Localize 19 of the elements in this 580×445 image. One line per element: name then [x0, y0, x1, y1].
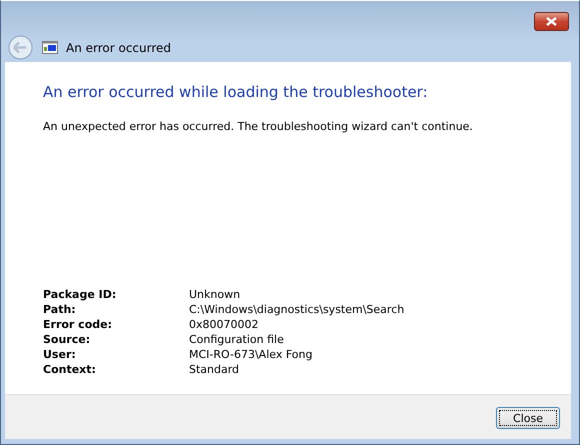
detail-value: Configuration file — [189, 332, 285, 347]
detail-value: MCI-RO-673\Alex Fong — [189, 347, 314, 362]
detail-label: User: — [43, 347, 77, 362]
detail-value: Unknown — [189, 287, 242, 302]
error-heading: An error occurred while loading the troubleshooter: — [43, 83, 429, 101]
window-icon — [42, 41, 58, 54]
error-message: An unexpected error has occurred. The troubleshooting wizard can't continue. — [43, 120, 474, 133]
detail-value: Standard — [189, 362, 240, 377]
detail-label: Error code: — [43, 317, 113, 332]
close-icon — [546, 17, 557, 26]
close-dialog-button[interactable]: Close — [496, 407, 560, 429]
detail-value: 0x80070002 — [189, 317, 260, 332]
detail-value: C:\Windows\diagnostics\system\Search — [189, 302, 406, 317]
detail-label: Context: — [43, 362, 97, 377]
detail-label: Source: — [43, 332, 92, 347]
close-button[interactable] — [534, 12, 569, 31]
detail-label: Path: — [43, 302, 77, 317]
window-title: An error occurred — [66, 40, 172, 54]
detail-label: Package ID: — [43, 287, 118, 302]
